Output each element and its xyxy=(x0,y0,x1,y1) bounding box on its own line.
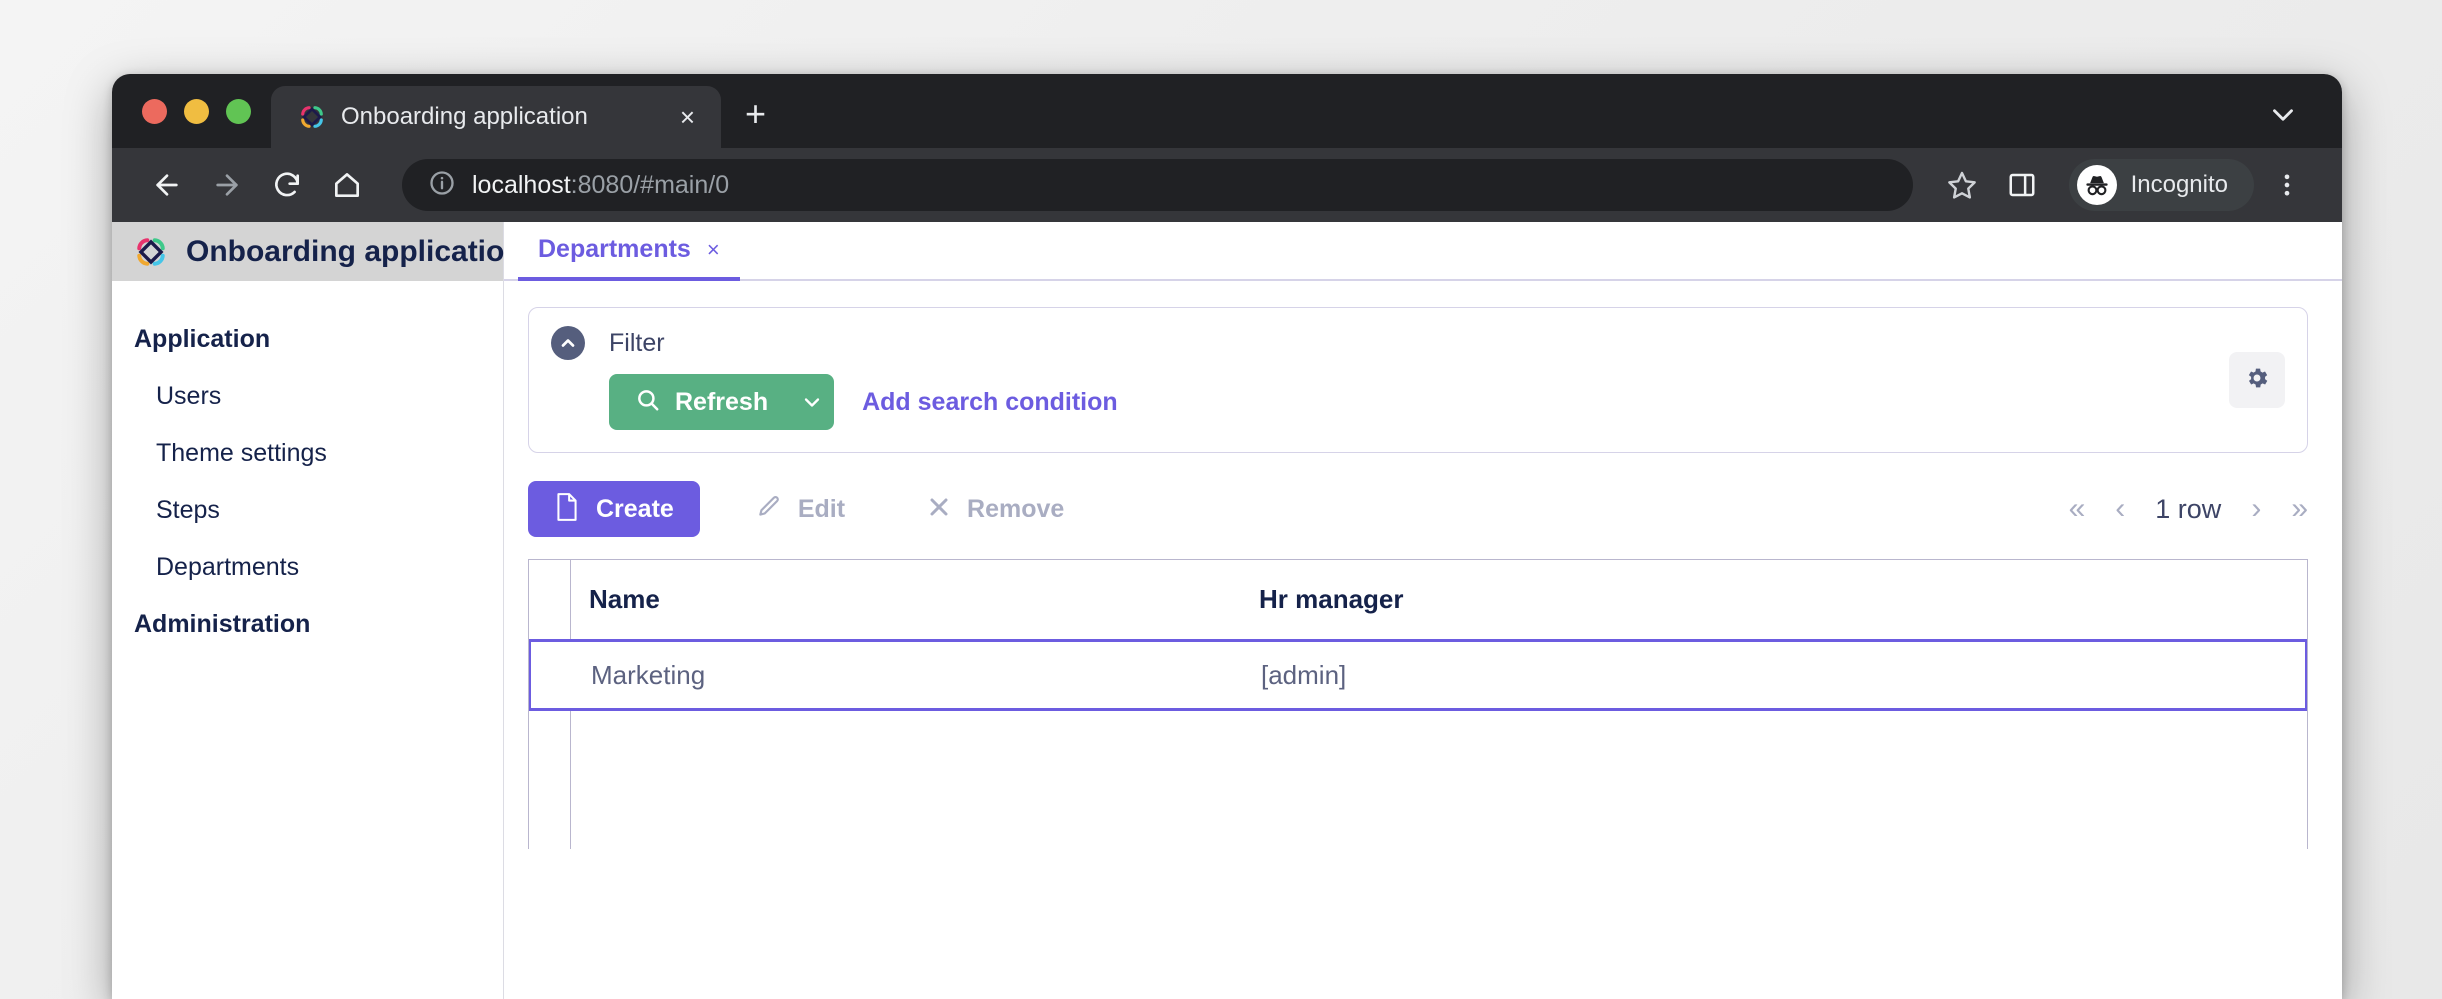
sidebar-group-administration[interactable]: Administration xyxy=(112,596,503,653)
onboarding-logo-icon xyxy=(132,233,170,271)
browser-window: Onboarding application × + localhost:808… xyxy=(112,74,2342,999)
incognito-icon xyxy=(2076,165,2117,205)
table-empty-area xyxy=(529,711,2307,849)
filter-settings-button[interactable] xyxy=(2229,352,2285,408)
column-header-hr-manager[interactable]: Hr manager xyxy=(1241,584,2307,615)
browser-tab-strip: Onboarding application × + xyxy=(112,74,2342,148)
close-tab-button[interactable]: × xyxy=(674,104,701,130)
address-bar-host: localhost xyxy=(472,170,571,199)
address-bar-path: :8080/#main/0 xyxy=(570,170,730,199)
pencil-icon xyxy=(756,494,782,525)
cell-hr-manager: [admin] xyxy=(1261,659,1347,690)
sidebar-item-users[interactable]: Users xyxy=(112,368,503,425)
column-header-name[interactable]: Name xyxy=(571,584,1241,615)
onboarding-logo-icon xyxy=(297,102,327,132)
remove-button-label: Remove xyxy=(967,494,1065,523)
forward-arrow-icon[interactable] xyxy=(200,158,254,212)
chevron-up-circle-icon[interactable] xyxy=(551,326,585,360)
sidebar: Onboarding application Application Users… xyxy=(112,222,523,999)
add-search-condition-link[interactable]: Add search condition xyxy=(862,388,1118,417)
sidebar-group-application[interactable]: Application xyxy=(112,311,503,368)
filter-header: Filter xyxy=(551,326,2285,360)
reload-icon[interactable] xyxy=(260,158,314,212)
main-content: Departments × Filter Refresh Add search … xyxy=(504,222,2342,999)
sidebar-item-steps[interactable]: Steps xyxy=(112,482,503,539)
new-tab-button[interactable]: + xyxy=(745,96,766,132)
create-button-label: Create xyxy=(596,494,674,523)
refresh-button-label: Refresh xyxy=(675,387,769,416)
sidebar-item-theme-settings[interactable]: Theme settings xyxy=(112,425,503,482)
refresh-button-main[interactable]: Refresh xyxy=(609,374,790,430)
window-traffic-lights xyxy=(112,74,271,148)
document-icon xyxy=(554,492,580,527)
kebab-menu-icon[interactable] xyxy=(2260,158,2314,212)
app-page: Onboarding application Application Users… xyxy=(112,222,2342,999)
maximize-window-button[interactable] xyxy=(226,98,251,124)
remove-button[interactable]: Remove xyxy=(901,481,1090,537)
refresh-button[interactable]: Refresh xyxy=(609,374,835,430)
cross-icon xyxy=(927,495,951,524)
pagination-prev-button[interactable]: ‹ xyxy=(2115,494,2125,524)
bookmark-star-icon[interactable] xyxy=(1935,158,1989,212)
tab-departments[interactable]: Departments × xyxy=(518,222,740,281)
pagination-next-button[interactable]: › xyxy=(2251,494,2261,524)
close-tab-departments-button[interactable]: × xyxy=(707,237,720,263)
filter-panel: Filter Refresh Add search condition xyxy=(528,307,2308,453)
page-title: Onboarding application xyxy=(186,234,523,268)
sidebar-item-departments[interactable]: Departments xyxy=(112,539,503,596)
browser-toolbar: localhost:8080/#main/0 Incognito xyxy=(112,148,2342,222)
cell-name: Marketing xyxy=(591,659,706,690)
search-icon xyxy=(635,387,661,418)
site-info-icon[interactable] xyxy=(428,169,456,202)
action-bar: Create Edit Remove « ‹ 1 row › » xyxy=(528,481,2308,537)
gear-icon xyxy=(2244,365,2270,396)
close-window-button[interactable] xyxy=(142,98,167,124)
address-bar-url: localhost:8080/#main/0 xyxy=(472,171,729,200)
table-select-gutter xyxy=(529,560,571,639)
refresh-dropdown-button[interactable] xyxy=(790,374,834,430)
filter-controls: Refresh Add search condition xyxy=(551,374,2285,430)
browser-tab[interactable]: Onboarding application × xyxy=(271,86,721,148)
profile-label: Incognito xyxy=(2130,171,2228,198)
chevron-down-icon[interactable] xyxy=(2266,98,2300,137)
browser-tab-title: Onboarding application xyxy=(341,103,588,130)
side-panel-icon[interactable] xyxy=(1995,158,2049,212)
content-tab-bar: Departments × xyxy=(504,222,2342,281)
sidebar-header: Onboarding application xyxy=(112,222,523,281)
back-arrow-icon[interactable] xyxy=(140,158,194,212)
pagination-first-button[interactable]: « xyxy=(2069,494,2086,524)
edit-button[interactable]: Edit xyxy=(730,481,871,537)
filter-title: Filter xyxy=(609,328,665,357)
create-button[interactable]: Create xyxy=(528,481,700,537)
table-row[interactable]: Marketing [admin] xyxy=(529,639,2307,711)
data-table: Name Hr manager Marketing [admin] xyxy=(528,559,2308,849)
home-icon[interactable] xyxy=(320,158,374,212)
address-bar[interactable]: localhost:8080/#main/0 xyxy=(402,159,1913,211)
pagination-status: 1 row xyxy=(2155,493,2222,524)
table-header-row: Name Hr manager xyxy=(529,560,2307,640)
tab-departments-label: Departments xyxy=(538,235,691,263)
table-empty-gutter xyxy=(529,711,571,849)
sidebar-nav: Application Users Theme settings Steps D… xyxy=(112,281,503,653)
minimize-window-button[interactable] xyxy=(184,98,209,124)
content-body: Filter Refresh Add search condition Crea… xyxy=(504,281,2342,999)
pagination: « ‹ 1 row › » xyxy=(2069,494,2308,525)
row-select-gutter[interactable] xyxy=(531,642,573,708)
edit-button-label: Edit xyxy=(797,494,846,523)
profile-chip[interactable]: Incognito xyxy=(2068,159,2254,211)
pagination-last-button[interactable]: » xyxy=(2291,494,2308,524)
